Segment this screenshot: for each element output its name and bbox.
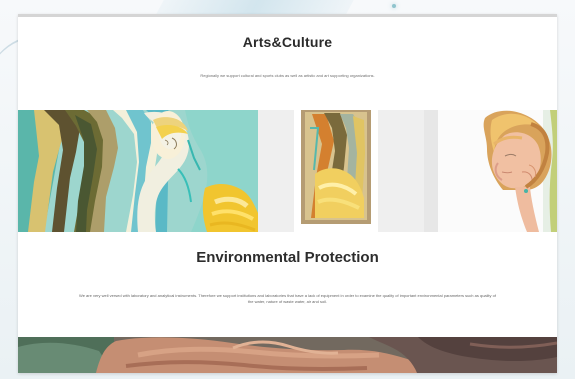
arts-culture-description: Regionally we support cultural and sport… — [200, 73, 375, 78]
arts-culture-title: Arts&Culture — [242, 34, 333, 50]
top-strip — [18, 14, 557, 17]
abstract-painting-image — [18, 110, 258, 232]
hands-photo-image — [18, 337, 557, 373]
bottom-photo-strip — [18, 337, 557, 373]
left-painting-image — [18, 110, 258, 232]
screenshot-stage: Arts&Culture Regionally we support cultu… — [0, 0, 575, 379]
arts-gallery — [18, 110, 557, 232]
right-gallery-photo — [258, 110, 557, 232]
background-dot-decoration — [392, 4, 396, 8]
website-panel: Arts&Culture Regionally we support cultu… — [18, 14, 557, 373]
environmental-protection-description: We are very well versed with laboratory … — [79, 293, 496, 304]
environmental-protection-title: Environmental Protection — [196, 249, 379, 266]
woman-viewing-painting-image — [258, 110, 557, 232]
